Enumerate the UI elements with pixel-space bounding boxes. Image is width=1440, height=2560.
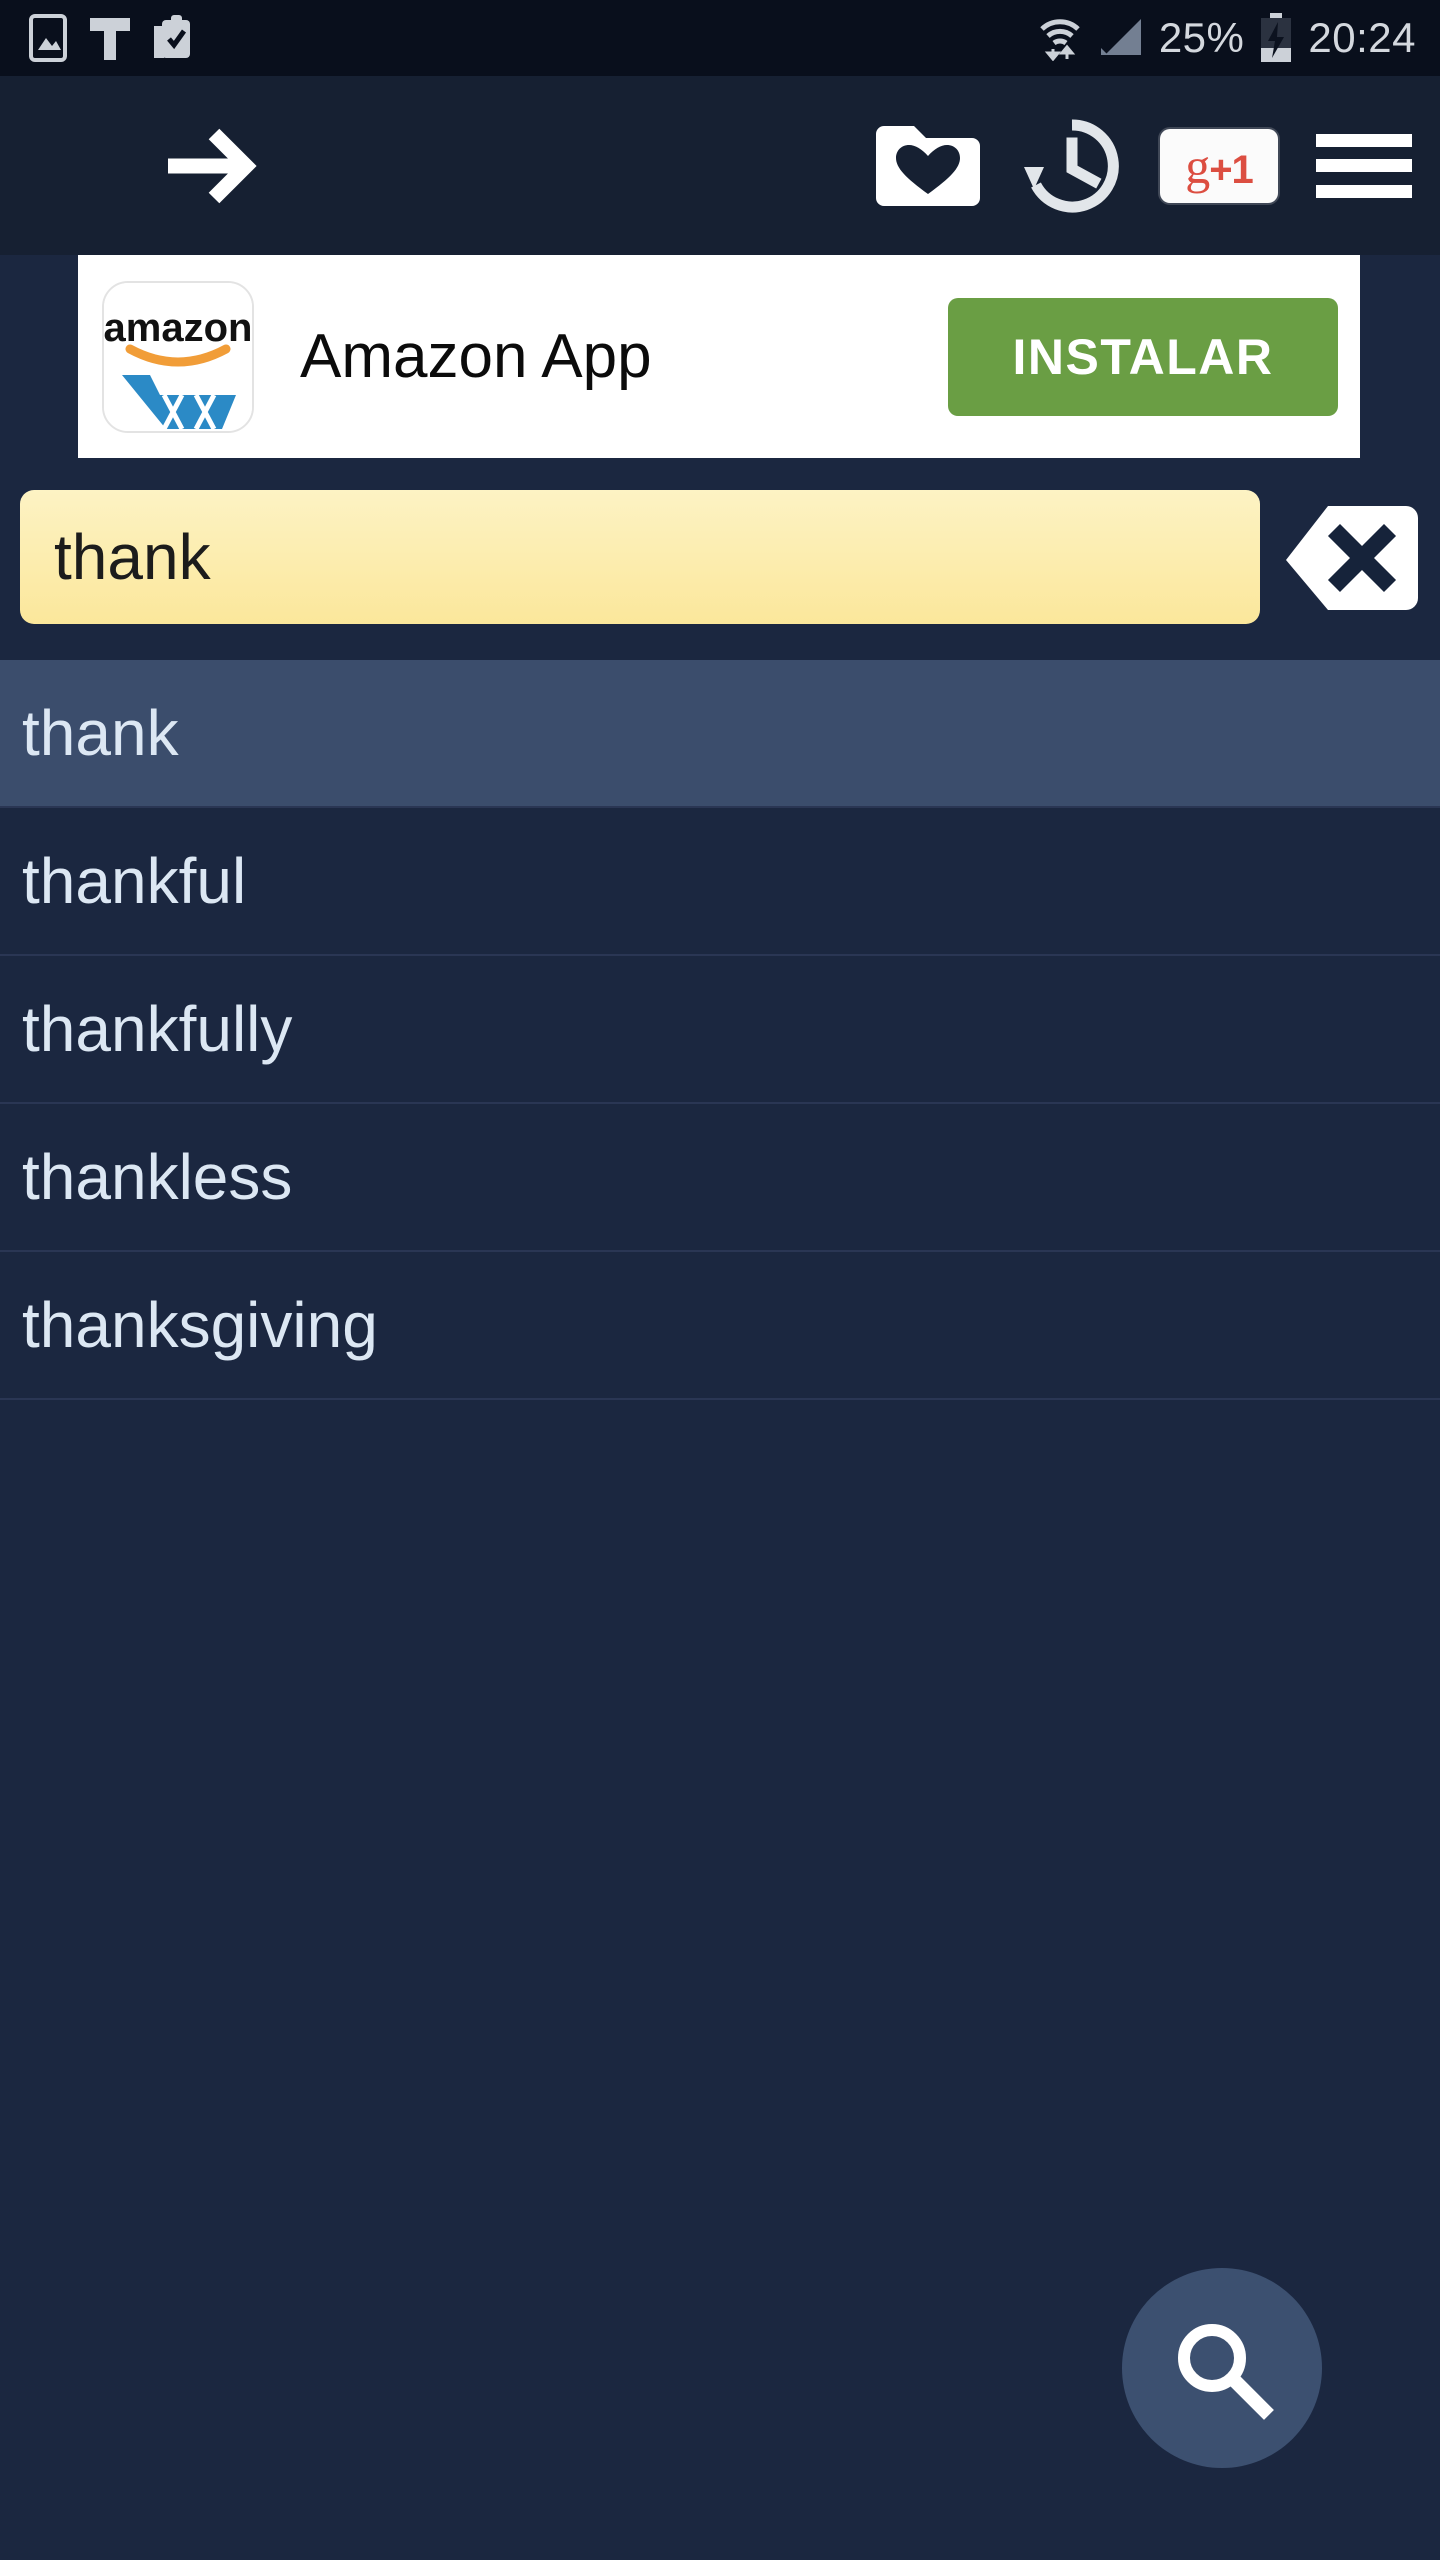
suggestion-label: thank <box>22 697 179 769</box>
clear-search-button[interactable] <box>1282 502 1420 614</box>
wifi-icon <box>1040 19 1080 61</box>
ad-title: Amazon App <box>300 321 652 391</box>
gplus-plusone-text: +1 <box>1209 147 1254 192</box>
hamburger-menu-button[interactable] <box>1316 124 1412 208</box>
folder-heart-icon <box>876 125 980 206</box>
search-input[interactable] <box>20 490 1260 624</box>
history-button[interactable] <box>1022 117 1122 215</box>
ad-install-button[interactable]: INSTALAR <box>948 297 1338 416</box>
suggestion-row[interactable]: thankful <box>0 808 1440 956</box>
suggestion-list: thank thankful thankfully thankless than… <box>0 660 1440 1400</box>
google-plus-one-button[interactable]: g+1 <box>1160 128 1278 203</box>
status-bar-right-cluster: 25% 20:24 <box>1037 0 1416 76</box>
ad-banner[interactable]: amazon Amazon App INSTALAR <box>78 255 1360 458</box>
gplus-label: g+1 <box>1185 137 1254 194</box>
amazon-app-icon: amazon <box>102 280 254 433</box>
suggestion-row[interactable]: thank <box>0 660 1440 808</box>
ad-install-label: INSTALAR <box>1012 328 1274 385</box>
hamburger-menu-icon-bar-2 <box>1316 159 1412 172</box>
battery-charging-icon <box>1261 13 1292 62</box>
phone-screen: 25% 20:24 g+1 amazon Amazon App INSTALAR… <box>0 0 1440 2560</box>
history-clock-icon <box>1024 118 1119 212</box>
suggestion-row[interactable]: thanksgiving <box>0 1252 1440 1400</box>
clipboard-check-icon <box>154 15 190 58</box>
suggestion-label: thanksgiving <box>22 1289 378 1361</box>
arrow-right-icon <box>168 128 257 203</box>
search-row <box>0 490 1440 642</box>
status-bar-left-icons <box>28 0 194 76</box>
battery-percent-label: 25% <box>1158 14 1245 61</box>
hamburger-menu-icon-bar-3 <box>1316 184 1412 198</box>
gplus-g-letter: g <box>1185 137 1210 194</box>
app-toolbar: g+1 <box>0 76 1440 255</box>
suggestion-row[interactable]: thankfully <box>0 956 1440 1104</box>
signal-bars-icon <box>1100 19 1141 55</box>
toolbar-actions: g+1 <box>872 117 1412 215</box>
clock-label: 20:24 <box>1308 14 1416 61</box>
magnifier-icon <box>1178 2324 1274 2420</box>
suggestion-row[interactable]: thankless <box>0 1104 1440 1252</box>
backspace-clear-icon <box>1286 506 1418 610</box>
text-format-icon <box>90 18 130 60</box>
amazon-logo-graphic: amazon <box>104 282 252 431</box>
search-fab-button[interactable] <box>1122 2268 1322 2468</box>
suggestion-label: thankful <box>22 845 247 917</box>
image-icon <box>29 14 67 62</box>
hamburger-menu-icon-bar-1 <box>1316 133 1412 147</box>
suggestion-label: thankfully <box>22 993 293 1065</box>
forward-arrow-button[interactable] <box>160 118 264 214</box>
svg-text:amazon: amazon <box>104 306 252 350</box>
status-bar: 25% 20:24 <box>0 0 1440 76</box>
favorites-button[interactable] <box>872 120 984 212</box>
suggestion-label: thankless <box>22 1141 293 1213</box>
